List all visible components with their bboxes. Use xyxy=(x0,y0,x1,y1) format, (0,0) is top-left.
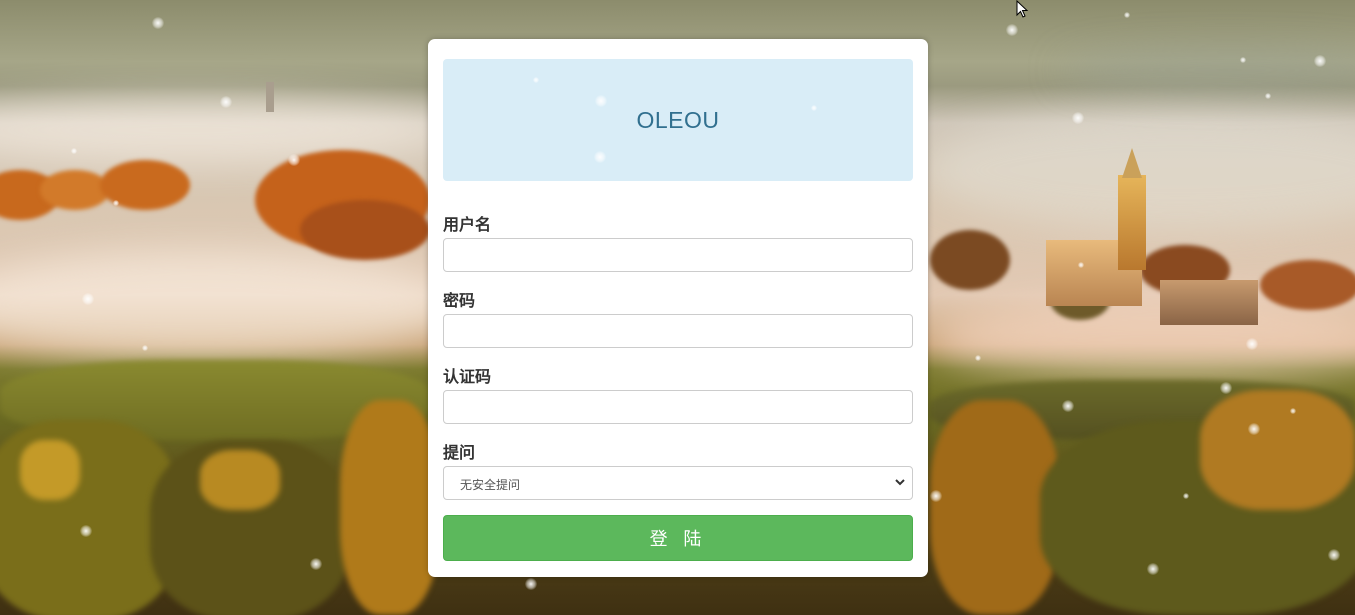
house-graphic xyxy=(1160,280,1258,325)
login-button[interactable]: 登 陆 xyxy=(443,515,913,561)
login-panel: OLEOU 用户名 密码 认证码 提问 无安全提问 登 陆 xyxy=(428,39,928,577)
security-question-label: 提问 xyxy=(443,443,476,462)
mouse-cursor-icon xyxy=(1016,0,1029,18)
chevron-down-icon xyxy=(895,479,905,486)
security-question-value: 无安全提问 xyxy=(460,478,521,492)
security-question-select[interactable]: 无安全提问 xyxy=(443,466,913,500)
church-spire-graphic xyxy=(1122,148,1142,178)
site-banner: OLEOU xyxy=(443,59,913,181)
water-tower-graphic xyxy=(266,82,274,112)
church-tower-graphic xyxy=(1118,175,1146,270)
password-label: 密码 xyxy=(443,291,476,310)
username-label: 用户名 xyxy=(443,215,492,234)
auth-code-label: 认证码 xyxy=(443,367,492,386)
login-button-label: 登 陆 xyxy=(649,529,707,550)
username-input[interactable] xyxy=(443,238,913,272)
auth-code-input[interactable] xyxy=(443,390,913,424)
password-input[interactable] xyxy=(443,314,913,348)
site-title: OLEOU xyxy=(636,106,720,133)
